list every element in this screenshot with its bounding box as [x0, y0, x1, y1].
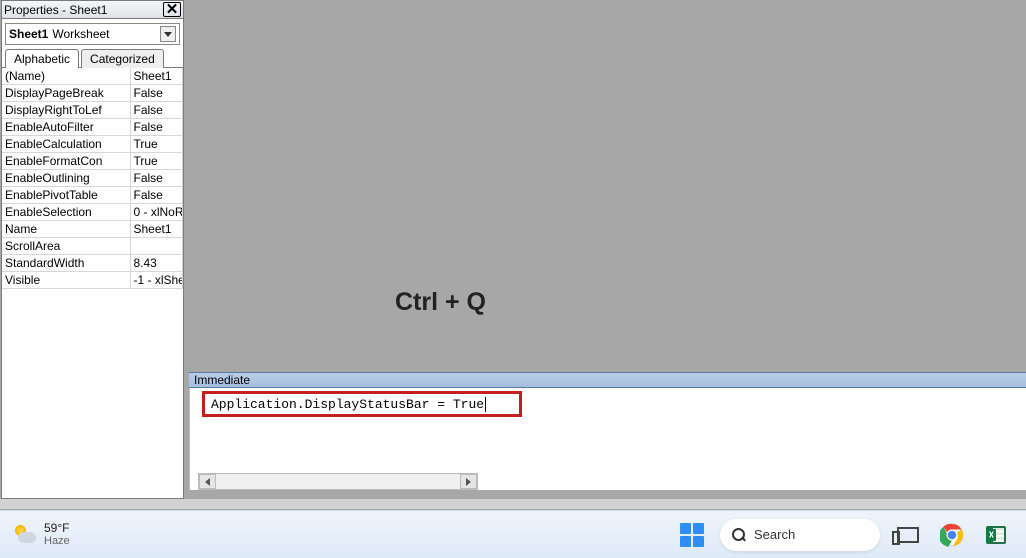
shortcut-overlay: Ctrl + Q — [395, 288, 486, 317]
properties-title: Properties - Sheet1 — [4, 3, 163, 17]
properties-grid[interactable]: (Name)Sheet1DisplayPageBreakFalseDisplay… — [2, 68, 183, 498]
taskbar: 59°F Haze Search — [0, 510, 1026, 558]
scroll-track[interactable] — [216, 474, 460, 489]
immediate-command-text: Application.DisplayStatusBar = True — [211, 397, 484, 412]
properties-panel: Properties - Sheet1 ✕ Sheet1 Worksheet A… — [1, 0, 184, 499]
windows-logo-icon — [680, 523, 704, 547]
immediate-titlebar[interactable]: Immediate — [189, 372, 1026, 388]
task-view-button[interactable] — [892, 519, 924, 551]
weather-condition: Haze — [44, 535, 70, 547]
property-row[interactable]: StandardWidth8.43 — [2, 255, 183, 272]
property-value[interactable]: 8.43 — [130, 255, 183, 272]
scroll-left-icon[interactable] — [199, 474, 216, 489]
property-value[interactable]: 0 - xlNoRestrictions — [130, 204, 183, 221]
object-type: Worksheet — [52, 27, 160, 41]
property-name: EnableCalculation — [2, 136, 130, 153]
property-row[interactable]: DisplayPageBreakFalse — [2, 85, 183, 102]
immediate-title: Immediate — [194, 373, 250, 387]
object-selector[interactable]: Sheet1 Worksheet — [5, 23, 180, 45]
search-label: Search — [754, 527, 795, 542]
task-view-icon — [897, 527, 919, 543]
property-value[interactable]: False — [130, 119, 183, 136]
property-name: EnableOutlining — [2, 170, 130, 187]
properties-titlebar[interactable]: Properties - Sheet1 ✕ — [2, 1, 183, 19]
property-row[interactable]: ScrollArea — [2, 238, 183, 255]
property-row[interactable]: (Name)Sheet1 — [2, 68, 183, 85]
property-value[interactable]: False — [130, 170, 183, 187]
properties-tabs: Alphabetic Categorized — [2, 48, 183, 68]
property-value[interactable]: Sheet1 — [130, 221, 183, 238]
property-name: ScrollArea — [2, 238, 130, 255]
property-row[interactable]: EnableAutoFilterFalse — [2, 119, 183, 136]
code-area: Ctrl + Q Immediate Application.DisplaySt… — [189, 0, 1026, 498]
text-caret — [485, 397, 486, 412]
property-row[interactable]: EnablePivotTableFalse — [2, 187, 183, 204]
tab-alphabetic[interactable]: Alphabetic — [5, 49, 79, 68]
chevron-down-icon[interactable] — [160, 26, 176, 42]
tab-categorized[interactable]: Categorized — [81, 49, 164, 68]
property-name: (Name) — [2, 68, 130, 85]
property-name: EnableFormatCon — [2, 153, 130, 170]
property-name: Visible — [2, 272, 130, 289]
weather-icon — [14, 524, 36, 546]
property-name: DisplayPageBreak — [2, 85, 130, 102]
object-name: Sheet1 — [9, 27, 48, 41]
property-value[interactable]: False — [130, 102, 183, 119]
property-value[interactable]: False — [130, 85, 183, 102]
property-value[interactable] — [130, 238, 183, 255]
immediate-command-highlight[interactable]: Application.DisplayStatusBar = True — [202, 391, 522, 417]
search-icon — [732, 528, 746, 542]
property-value[interactable]: Sheet1 — [130, 68, 183, 85]
property-row[interactable]: DisplayRightToLefFalse — [2, 102, 183, 119]
statusbar-stub — [0, 499, 1026, 509]
property-name: EnableAutoFilter — [2, 119, 130, 136]
weather-temperature: 59°F — [44, 522, 70, 535]
property-row[interactable]: EnableCalculationTrue — [2, 136, 183, 153]
property-row[interactable]: NameSheet1 — [2, 221, 183, 238]
scroll-right-icon[interactable] — [460, 474, 477, 489]
property-value[interactable]: True — [130, 136, 183, 153]
excel-icon — [984, 523, 1008, 547]
property-value[interactable]: False — [130, 187, 183, 204]
horizontal-scrollbar[interactable] — [198, 473, 478, 490]
property-value[interactable]: -1 - xlSheetVisible — [130, 272, 183, 289]
property-row[interactable]: EnableSelection0 - xlNoRestrictions — [2, 204, 183, 221]
excel-button[interactable] — [980, 519, 1012, 551]
taskbar-weather[interactable]: 59°F Haze — [14, 522, 70, 547]
chrome-button[interactable] — [936, 519, 968, 551]
chrome-icon — [940, 523, 964, 547]
immediate-panel: Immediate Application.DisplayStatusBar =… — [189, 372, 1026, 490]
property-row[interactable]: EnableOutliningFalse — [2, 170, 183, 187]
property-row[interactable]: Visible-1 - xlSheetVisible — [2, 272, 183, 289]
property-name: DisplayRightToLef — [2, 102, 130, 119]
property-name: EnableSelection — [2, 204, 130, 221]
property-row[interactable]: EnableFormatConTrue — [2, 153, 183, 170]
close-icon[interactable]: ✕ — [163, 2, 181, 17]
taskbar-search[interactable]: Search — [720, 519, 880, 551]
property-name: EnablePivotTable — [2, 187, 130, 204]
start-button[interactable] — [676, 519, 708, 551]
property-name: Name — [2, 221, 130, 238]
property-value[interactable]: True — [130, 153, 183, 170]
property-name: StandardWidth — [2, 255, 130, 272]
